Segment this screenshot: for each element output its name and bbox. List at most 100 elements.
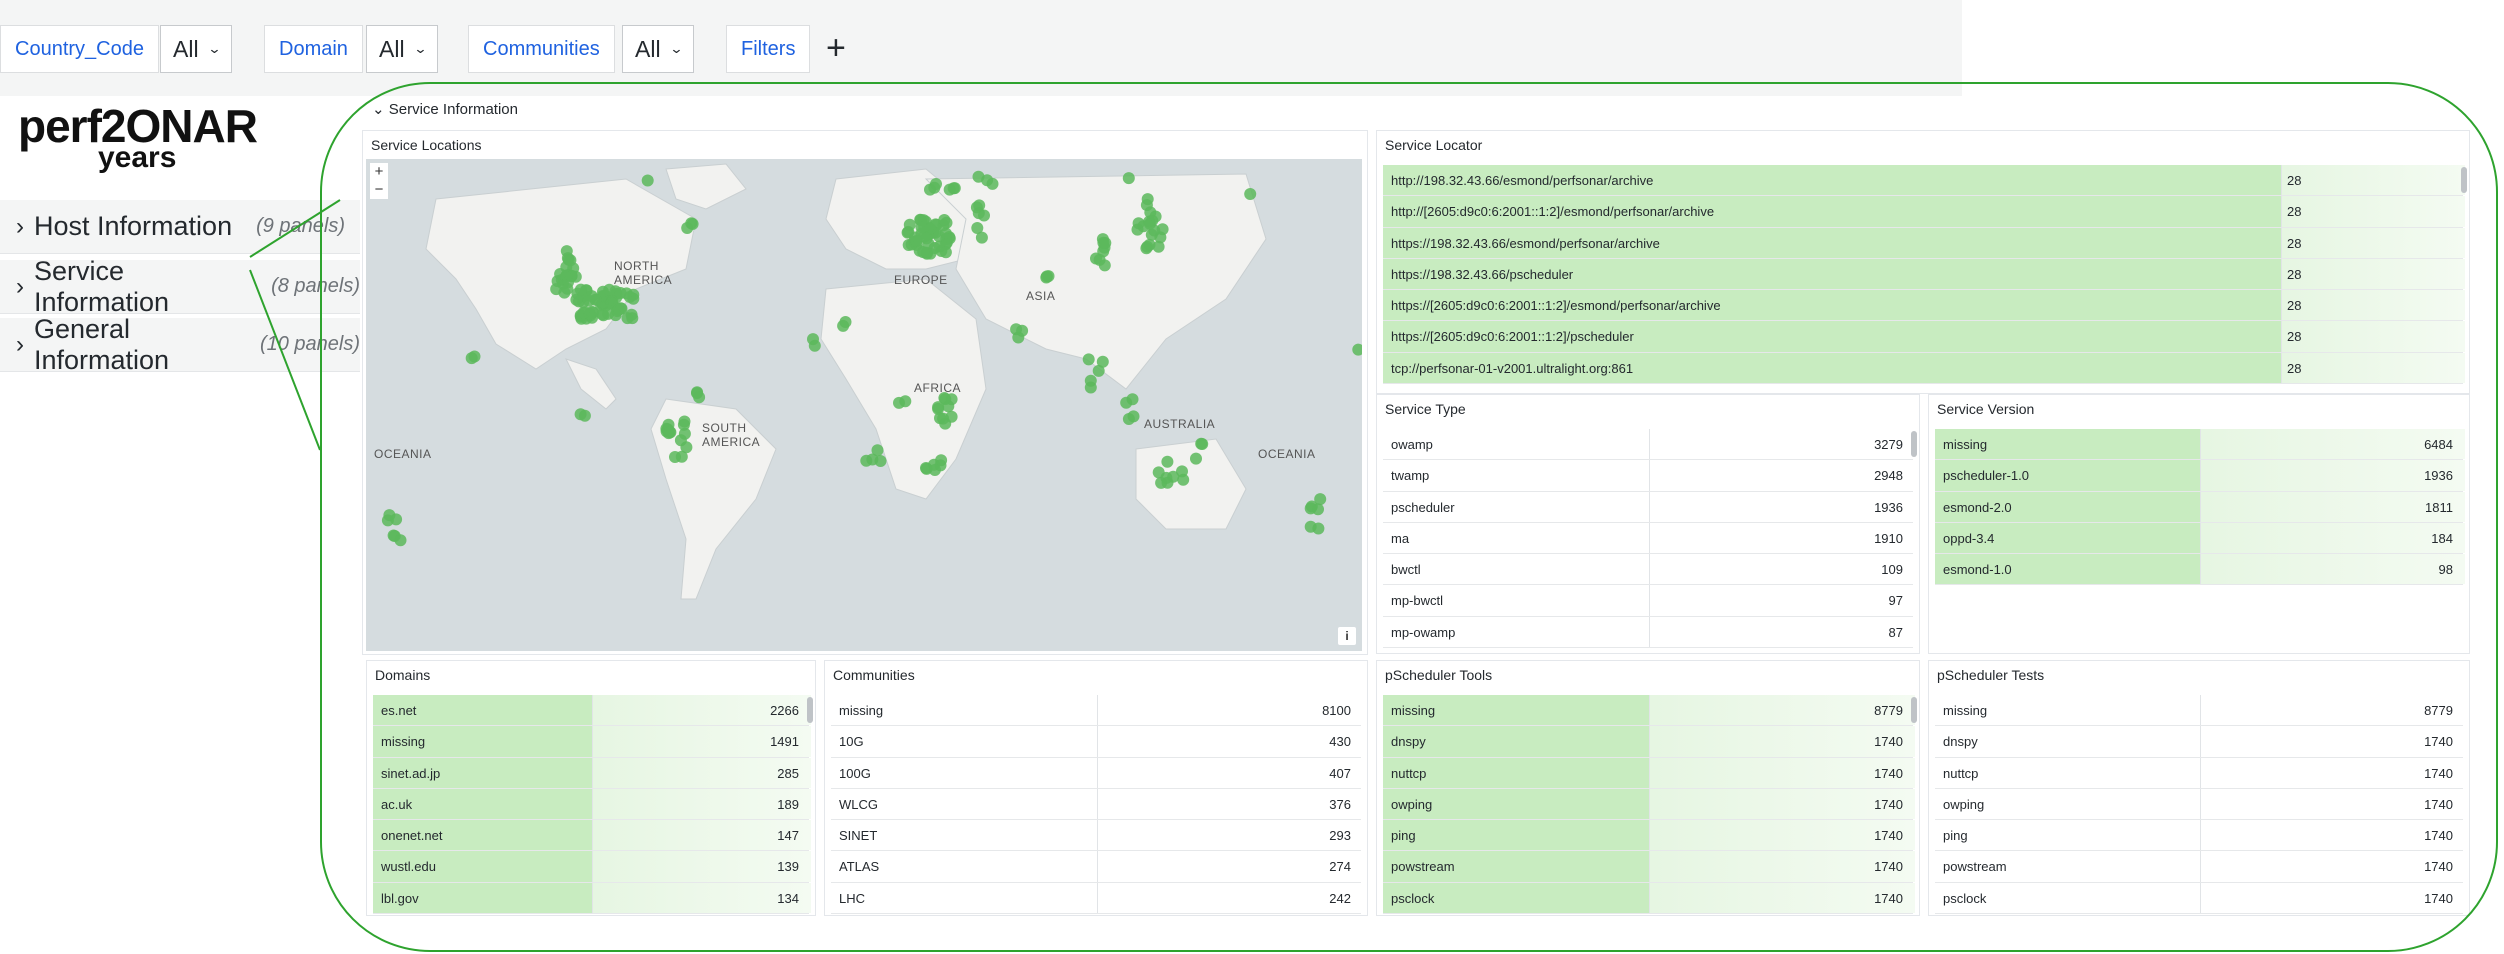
service-location-point[interactable] [1082, 353, 1095, 366]
service-location-point[interactable] [677, 418, 690, 431]
service-location-point[interactable] [1314, 493, 1327, 506]
table-row[interactable]: psclock 1740 [1383, 882, 1915, 915]
table-row[interactable]: lbl.gov 134 [373, 882, 811, 915]
service-location-point[interactable] [686, 218, 699, 230]
service-location-point[interactable] [930, 178, 942, 190]
table-row[interactable]: LHC 242 [831, 882, 1361, 915]
service-location-point[interactable] [893, 396, 905, 409]
table-row[interactable]: https://198.32.43.66/pscheduler 28 [1383, 258, 2465, 291]
table-row[interactable]: pscheduler 1936 [1383, 491, 1913, 523]
table-row[interactable]: powstream 1740 [1935, 851, 2463, 883]
filter-select-communities[interactable]: All ⌄ [622, 25, 695, 73]
table-row[interactable]: dnspy 1740 [1383, 726, 1915, 758]
service-location-point[interactable] [390, 513, 403, 526]
scrollbar-thumb[interactable] [807, 697, 813, 723]
service-location-point[interactable] [1352, 343, 1362, 356]
service-location-point[interactable] [1141, 193, 1154, 206]
world-map[interactable]: NORTH AMERICA SOUTH AMERICA EUROPE ASIA AFRI… [366, 159, 1362, 651]
service-location-point[interactable] [1154, 231, 1167, 244]
service-location-point[interactable] [558, 286, 571, 299]
service-location-point[interactable] [917, 246, 930, 259]
table-row[interactable]: sinet.ad.jp 285 [373, 757, 811, 789]
service-location-point[interactable] [903, 218, 916, 231]
table-row[interactable]: WLCG 376 [831, 788, 1361, 821]
service-location-point[interactable] [1190, 452, 1202, 465]
table-row[interactable]: missing 8779 [1935, 695, 2463, 727]
table-row[interactable]: ma 1910 [1383, 522, 1913, 555]
service-location-point[interactable] [986, 177, 999, 190]
service-location-point[interactable] [928, 464, 941, 476]
table-row[interactable]: owamp 3279 [1383, 429, 1913, 461]
table-row[interactable]: powstream 1740 [1383, 851, 1915, 883]
table-row[interactable]: SINET 293 [831, 820, 1361, 852]
table-row[interactable]: onenet.net 147 [373, 820, 811, 852]
service-location-point[interactable] [874, 455, 887, 467]
service-location-point[interactable] [693, 391, 706, 404]
service-location-point[interactable] [564, 254, 577, 267]
table-row[interactable]: ping 1740 [1935, 820, 2463, 852]
section-header[interactable]: ⌄ Service Information [372, 100, 518, 118]
service-location-point[interactable] [583, 307, 596, 320]
map-info-icon[interactable]: i [1338, 627, 1356, 645]
service-location-point[interactable] [910, 235, 923, 247]
service-location-point[interactable] [1099, 237, 1112, 249]
service-location-point[interactable] [871, 444, 884, 457]
service-location-point[interactable] [939, 246, 952, 259]
row-group-general-information[interactable]: › General Information (10 panels) [0, 314, 360, 375]
service-location-point[interactable] [1096, 355, 1109, 368]
table-row[interactable]: nuttcp 1740 [1935, 757, 2463, 789]
service-location-point[interactable] [975, 231, 988, 244]
service-location-point[interactable] [938, 214, 951, 226]
service-location-point[interactable] [972, 170, 985, 183]
scrollbar-thumb[interactable] [1911, 697, 1917, 723]
service-location-point[interactable] [1161, 455, 1174, 468]
service-location-point[interactable] [1304, 502, 1317, 515]
table-row[interactable]: ATLAS 274 [831, 851, 1361, 883]
service-location-point[interactable] [465, 352, 478, 365]
service-location-point[interactable] [625, 308, 638, 321]
table-row[interactable]: mp-bwctl 97 [1383, 585, 1913, 617]
service-location-point[interactable] [1122, 413, 1135, 425]
service-location-point[interactable] [1084, 374, 1097, 387]
table-row[interactable]: http://198.32.43.66/esmond/perfsonar/arc… [1383, 165, 2465, 197]
table-row[interactable]: psclock 1740 [1935, 882, 2463, 915]
service-location-point[interactable] [582, 294, 595, 307]
service-location-point[interactable] [932, 401, 945, 414]
service-location-point[interactable] [1090, 252, 1102, 265]
table-row[interactable]: dnspy 1740 [1935, 726, 2463, 758]
table-row[interactable]: twamp 2948 [1383, 460, 1913, 492]
table-row[interactable]: mp-owamp 87 [1383, 616, 1913, 649]
table-row[interactable]: es.net 2266 [373, 695, 811, 727]
table-row[interactable]: ping 1740 [1383, 820, 1915, 852]
table-row[interactable]: missing 8779 [1383, 695, 1915, 727]
service-location-point[interactable] [948, 182, 961, 195]
service-location-point[interactable] [807, 333, 819, 346]
table-row[interactable]: oppd-3.4 184 [1935, 522, 2465, 555]
zoom-out-button[interactable]: − [370, 181, 388, 199]
table-row[interactable]: http://[2605:d9c0:6:2001::1:2]/esmond/pe… [1383, 196, 2465, 228]
filter-select-domain[interactable]: All ⌄ [366, 25, 439, 73]
scrollbar-thumb[interactable] [2461, 167, 2467, 193]
table-row[interactable]: tcp://perfsonar-01-v2001.ultralight.org:… [1383, 352, 2465, 385]
table-row[interactable]: nuttcp 1740 [1383, 757, 1915, 789]
scrollbar-thumb[interactable] [1911, 431, 1917, 457]
service-location-point[interactable] [1152, 466, 1165, 479]
service-location-point[interactable] [394, 534, 407, 547]
table-row[interactable]: ac.uk 189 [373, 788, 811, 821]
table-row[interactable]: https://[2605:d9c0:6:2001::1:2]/pschedul… [1383, 321, 2465, 353]
service-location-point[interactable] [973, 199, 986, 212]
table-row[interactable]: missing 1491 [373, 726, 811, 758]
service-location-point[interactable] [1122, 172, 1135, 185]
row-group-host-information[interactable]: › Host Information (9 panels) [0, 200, 360, 254]
service-location-point[interactable] [574, 283, 587, 296]
table-row[interactable]: owping 1740 [1935, 788, 2463, 821]
filter-select-country-code[interactable]: All ⌄ [160, 25, 233, 73]
service-location-point[interactable] [1016, 324, 1029, 337]
service-location-point[interactable] [1140, 242, 1153, 255]
service-location-point[interactable] [839, 316, 852, 328]
service-location-point[interactable] [1149, 210, 1162, 223]
add-filter-button[interactable]: + [826, 26, 846, 70]
service-location-point[interactable] [1131, 223, 1144, 236]
zoom-in-button[interactable]: + [370, 163, 388, 181]
filter-label-country-code[interactable]: Country_Code [0, 25, 159, 73]
